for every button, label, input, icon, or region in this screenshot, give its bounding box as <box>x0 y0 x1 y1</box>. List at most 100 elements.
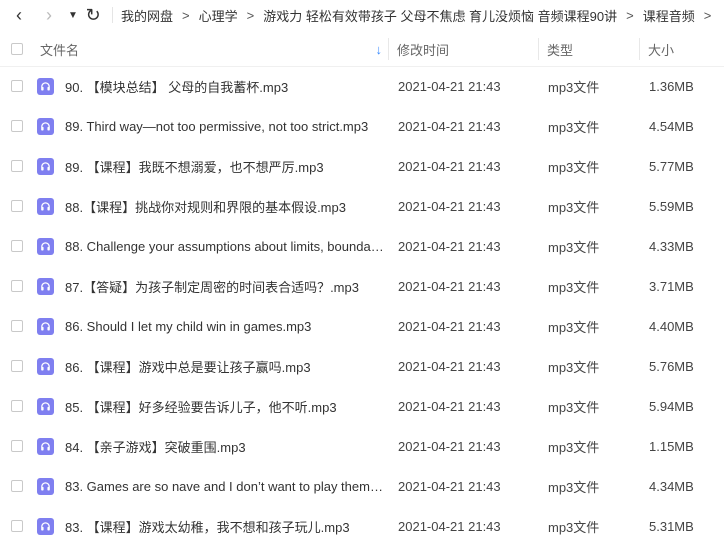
breadcrumb-item[interactable]: 我的网盘 <box>121 6 173 25</box>
file-modified: 2021-04-21 21:43 <box>398 78 501 94</box>
file-name[interactable]: 86. Should I let my child win in games.m… <box>65 319 385 334</box>
file-name-cell[interactable]: 86. 【课程】游戏中总是要让孩子赢吗.mp3 <box>34 346 388 386</box>
file-name-cell[interactable]: 87.【答疑】为孩子制定周密的时间表合适吗？.mp3 <box>34 266 388 306</box>
row-check-cell <box>0 280 34 292</box>
file-name[interactable]: 90. 【模块总结】 父母的自我蓄杯.mp3 <box>65 77 385 96</box>
row-checkbox[interactable] <box>11 120 23 132</box>
audio-file-icon <box>37 277 54 295</box>
file-name-cell[interactable]: 89. 【课程】我既不想溺爱，也不想严厉.mp3 <box>34 146 388 186</box>
file-row[interactable]: 89. Third way—not too permissive, not to… <box>0 106 724 146</box>
file-name[interactable]: 87.【答疑】为孩子制定周密的时间表合适吗？.mp3 <box>65 277 385 296</box>
file-name[interactable]: 84. 【亲子游戏】突破重围.mp3 <box>65 437 385 456</box>
audio-file-icon <box>37 117 54 135</box>
file-row[interactable]: 84. 【亲子游戏】突破重围.mp3 2021-04-21 21:43 mp3文件 1… <box>0 426 724 466</box>
select-all-checkbox[interactable] <box>11 43 23 55</box>
caret-down-icon: ▼ <box>68 9 78 21</box>
file-list-header: 文件名 ↓ 修改时间 类型 大小 <box>0 32 724 67</box>
file-row[interactable]: 88. Challenge your assumptions about lim… <box>0 226 724 266</box>
file-type: mp3文件 <box>548 479 600 495</box>
file-name[interactable]: 88. Challenge your assumptions about lim… <box>65 239 385 254</box>
file-name-cell[interactable]: 85. 【课程】好多经验要告诉儿子，他不听.mp3 <box>34 386 388 426</box>
file-name[interactable]: 83. Games are so nave and I don’t want t… <box>65 479 385 494</box>
audio-file-icon <box>37 317 54 335</box>
row-checkbox[interactable] <box>11 200 23 212</box>
row-checkbox[interactable] <box>11 360 23 372</box>
file-name-cell[interactable]: 88. Challenge your assumptions about lim… <box>34 226 388 266</box>
breadcrumb-item[interactable]: 心理学 <box>199 6 238 25</box>
file-name[interactable]: 86. 【课程】游戏中总是要让孩子赢吗.mp3 <box>65 357 385 376</box>
forward-button[interactable]: › <box>38 0 60 30</box>
file-row[interactable]: 83. Games are so nave and I don’t want t… <box>0 466 724 506</box>
row-checkbox[interactable] <box>11 320 23 332</box>
column-header-size[interactable]: 大小 <box>640 40 724 59</box>
column-header-modified[interactable]: 修改时间 <box>389 40 538 59</box>
file-type: mp3文件 <box>548 199 600 215</box>
file-row[interactable]: 86. 【课程】游戏中总是要让孩子赢吗.mp3 2021-04-21 21:43 m… <box>0 346 724 386</box>
row-check-cell <box>0 440 34 452</box>
row-checkbox[interactable] <box>11 480 23 492</box>
file-name-cell[interactable]: 90. 【模块总结】 父母的自我蓄杯.mp3 <box>34 66 388 106</box>
column-header-name[interactable]: 文件名 ↓ <box>34 32 388 66</box>
column-header-type[interactable]: 类型 <box>539 40 639 59</box>
column-header-name-label: 文件名 <box>40 42 80 58</box>
audio-file-icon <box>37 197 54 215</box>
file-name-cell[interactable]: 88.【课程】挑战你对规则和界限的基本假设.mp3 <box>34 186 388 226</box>
file-modified: 2021-04-21 21:43 <box>398 238 501 254</box>
file-name[interactable]: 89. 【课程】我既不想溺爱，也不想严厉.mp3 <box>65 157 385 176</box>
file-type: mp3文件 <box>548 239 600 255</box>
file-type: mp3文件 <box>548 399 600 415</box>
audio-file-icon <box>37 77 54 95</box>
row-check-cell <box>0 320 34 332</box>
row-checkbox[interactable] <box>11 440 23 452</box>
row-check-cell <box>0 360 34 372</box>
sort-descending-icon[interactable]: ↓ <box>376 42 383 57</box>
file-row[interactable]: 83. 【课程】游戏太幼稚，我不想和孩子玩儿.mp3 2021-04-21 21:… <box>0 506 724 546</box>
file-size: 1.36MB <box>649 78 694 94</box>
file-name[interactable]: 88.【课程】挑战你对规则和界限的基本假设.mp3 <box>65 197 385 216</box>
file-name-cell[interactable]: 86. Should I let my child win in games.m… <box>34 306 388 346</box>
select-all-cell <box>0 43 34 55</box>
history-dropdown-button[interactable]: ▼ <box>66 0 80 30</box>
back-button[interactable]: ‹ <box>8 0 30 30</box>
file-modified: 2021-04-21 21:43 <box>398 438 501 454</box>
file-row[interactable]: 87.【答疑】为孩子制定周密的时间表合适吗？.mp3 2021-04-21 21:… <box>0 266 724 306</box>
row-checkbox[interactable] <box>11 80 23 92</box>
refresh-button[interactable]: ↻ <box>84 0 102 30</box>
file-name-cell[interactable]: 83. Games are so nave and I don’t want t… <box>34 466 388 506</box>
file-name-cell[interactable]: 89. Third way—not too permissive, not to… <box>34 106 388 146</box>
file-row[interactable]: 90. 【模块总结】 父母的自我蓄杯.mp3 2021-04-21 21:43 mp… <box>0 66 724 106</box>
file-row[interactable]: 86. Should I let my child win in games.m… <box>0 306 724 346</box>
row-check-cell <box>0 120 34 132</box>
row-checkbox[interactable] <box>11 160 23 172</box>
breadcrumb-separator: > <box>182 7 190 23</box>
row-check-cell <box>0 200 34 212</box>
file-size: 5.59MB <box>649 198 694 214</box>
row-checkbox[interactable] <box>11 400 23 412</box>
breadcrumb-item[interactable]: 课程音频 <box>643 6 695 25</box>
file-modified: 2021-04-21 21:43 <box>398 478 501 494</box>
file-size: 5.31MB <box>649 518 694 534</box>
file-modified: 2021-04-21 21:43 <box>398 318 501 334</box>
file-size: 4.54MB <box>649 118 694 134</box>
file-row[interactable]: 85. 【课程】好多经验要告诉儿子，他不听.mp3 2021-04-21 21:4… <box>0 386 724 426</box>
row-checkbox[interactable] <box>11 240 23 252</box>
refresh-icon: ↻ <box>85 4 101 25</box>
file-name-cell[interactable]: 83. 【课程】游戏太幼稚，我不想和孩子玩儿.mp3 <box>34 506 388 546</box>
file-row[interactable]: 88.【课程】挑战你对规则和界限的基本假设.mp3 2021-04-21 21:4… <box>0 186 724 226</box>
file-type: mp3文件 <box>548 519 600 535</box>
file-name[interactable]: 83. 【课程】游戏太幼稚，我不想和孩子玩儿.mp3 <box>65 517 385 536</box>
file-type: mp3文件 <box>548 119 600 135</box>
file-name[interactable]: 89. Third way—not too permissive, not to… <box>65 119 385 134</box>
file-name-cell[interactable]: 84. 【亲子游戏】突破重围.mp3 <box>34 426 388 466</box>
file-name[interactable]: 85. 【课程】好多经验要告诉儿子，他不听.mp3 <box>65 397 385 416</box>
row-checkbox[interactable] <box>11 520 23 532</box>
file-size: 1.15MB <box>649 438 694 454</box>
row-checkbox[interactable] <box>11 280 23 292</box>
file-modified: 2021-04-21 21:43 <box>398 358 501 374</box>
file-type: mp3文件 <box>548 359 600 375</box>
breadcrumb-item[interactable]: 游戏力 轻松有效带孩子 父母不焦虑 育儿没烦恼 音频课程90讲 <box>263 6 617 25</box>
toolbar: ‹ › ▼ ↻ 我的网盘 > 心理学 > 游戏力 轻松有效带孩子 父母不焦虑 育儿没烦恼… <box>0 0 724 30</box>
file-size: 4.33MB <box>649 238 694 254</box>
row-check-cell <box>0 520 34 532</box>
file-row[interactable]: 89. 【课程】我既不想溺爱，也不想严厉.mp3 2021-04-21 21:43… <box>0 146 724 186</box>
